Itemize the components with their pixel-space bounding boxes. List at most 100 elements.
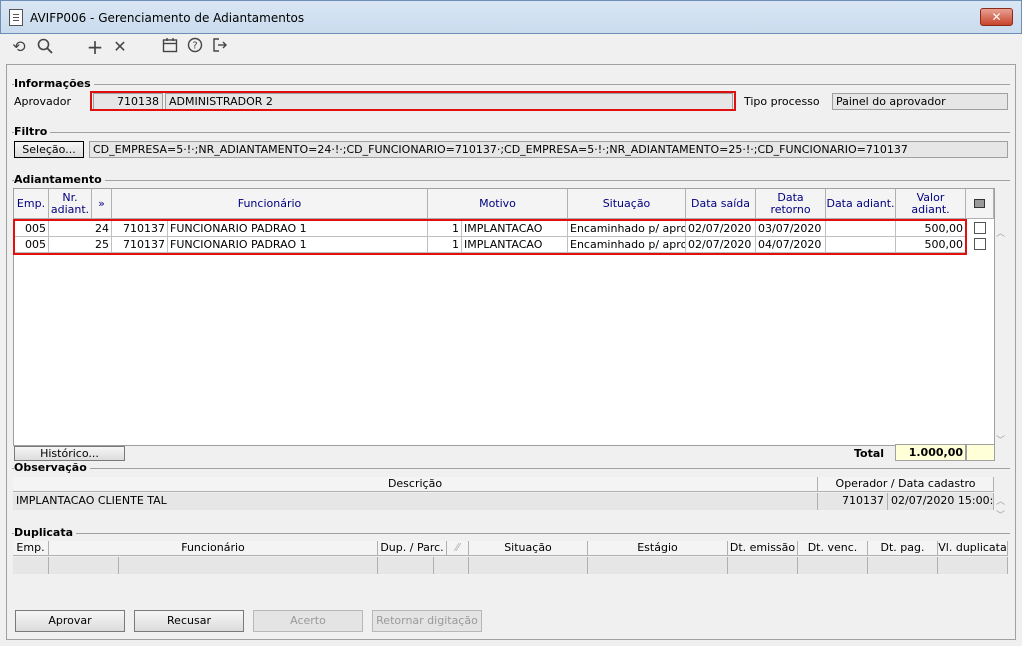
tipo-processo-label: Tipo processo	[744, 95, 820, 108]
dup-cell[interactable]	[49, 557, 119, 574]
dup-col-vl-duplicata[interactable]: Vl. duplicata	[938, 541, 1008, 556]
informacoes-title: Informações	[14, 77, 94, 90]
cell-data-retorno[interactable]: 04/07/2020	[756, 237, 826, 253]
dup-cell[interactable]	[378, 557, 434, 574]
cell-motivo[interactable]: IMPLANTACAO	[462, 221, 568, 237]
aprovador-code-field[interactable]: 710138	[93, 93, 163, 110]
dup-col-situacao[interactable]: Situação	[469, 541, 588, 556]
col-motivo[interactable]: Motivo	[428, 189, 568, 219]
cell-situacao[interactable]: Encaminhado p/ aprova	[568, 237, 686, 253]
total-value: 1.000,00	[895, 444, 966, 461]
adiantamento-divider	[12, 180, 1010, 181]
col-emp[interactable]: Emp.	[14, 189, 49, 219]
dup-cell[interactable]	[938, 557, 1008, 574]
dup-col-dup-parc[interactable]: Dup. / Parc.	[378, 541, 447, 556]
total-label: Total	[854, 447, 885, 460]
cell-data-saida[interactable]: 02/07/2020	[686, 221, 756, 237]
observacao-title: Observação	[14, 461, 90, 474]
aprovar-button[interactable]: Aprovar	[15, 610, 125, 632]
recusar-button[interactable]: Recusar	[134, 610, 244, 632]
dup-cell[interactable]	[13, 557, 49, 574]
table-vertical-scrollbar[interactable]: ︿ ﹀	[993, 226, 1008, 446]
close-button[interactable]: ✕	[980, 8, 1013, 26]
x-icon[interactable]: ✕	[110, 37, 130, 57]
cell-motivo[interactable]: IMPLANTACAO	[462, 237, 568, 253]
col-nr-adiant[interactable]: Nr. adiant.	[49, 189, 92, 219]
dup-col-flag-icon[interactable]: ⁄⁄	[447, 541, 469, 556]
adiantamento-table[interactable]: Emp. Nr. adiant. » Funcionário Motivo Si…	[13, 188, 995, 446]
tipo-processo-field[interactable]: Painel do aprovador	[832, 93, 1008, 110]
selecao-button[interactable]: Seleção...	[14, 141, 84, 158]
select-all-checkbox[interactable]	[974, 199, 985, 208]
informacoes-divider	[12, 84, 1010, 85]
filter-expression-field[interactable]: CD_EMPRESA=5·!·;NR_ADIANTAMENTO=24·!·;CD…	[89, 141, 1008, 158]
cell-data-saida[interactable]: 02/07/2020	[686, 237, 756, 253]
row-checkbox[interactable]	[974, 222, 986, 234]
cell-func-name[interactable]: FUNCIONARIO PADRAO 1	[167, 221, 428, 237]
cell-data-adiant[interactable]	[826, 237, 896, 253]
acerto-button[interactable]: Acerto	[253, 610, 363, 632]
plus-icon[interactable]: +	[85, 37, 105, 57]
col-operador[interactable]: Operador / Data cadastro	[818, 477, 994, 492]
obs-scrollbar[interactable]: ︿ ﹀	[996, 494, 1008, 522]
dup-cell[interactable]	[868, 557, 938, 574]
cell-nr[interactable]: 24	[49, 221, 112, 237]
col-funcionario[interactable]: Funcionário	[112, 189, 428, 219]
cell-emp[interactable]: 005	[14, 237, 49, 253]
cell-valor[interactable]: 500,00	[896, 237, 966, 253]
adiantamento-title: Adiantamento	[14, 173, 105, 186]
retornar-digitacao-button[interactable]: Retornar digitação	[372, 610, 482, 632]
dup-col-emp[interactable]: Emp.	[13, 541, 49, 556]
cell-situacao[interactable]: Encaminhado p/ aprova	[568, 221, 686, 237]
dup-col-estagio[interactable]: Estágio	[588, 541, 728, 556]
dup-col-dt-emissao[interactable]: Dt. emissão	[728, 541, 798, 556]
col-valor-adiant[interactable]: Valor adiant.	[896, 189, 966, 219]
total-spacer	[966, 444, 995, 461]
svg-text:?: ?	[192, 41, 197, 52]
cell-data-adiant[interactable]	[826, 221, 896, 237]
col-data-saida[interactable]: Data saída	[686, 189, 756, 219]
cell-nr[interactable]: 25	[49, 237, 112, 253]
cell-valor[interactable]: 500,00	[896, 221, 966, 237]
window-title: AVIFP006 - Gerenciamento de Adiantamento…	[30, 11, 305, 25]
col-data-retorno[interactable]: Data retorno	[756, 189, 826, 219]
calendar-icon[interactable]	[160, 37, 180, 57]
scroll-up-arrow-icon[interactable]: ︿	[996, 494, 1005, 507]
scroll-up-arrow-icon[interactable]: ︿	[996, 226, 1005, 239]
aprovador-name-field[interactable]: ADMINISTRADOR 2	[165, 93, 733, 110]
col-expand[interactable]: »	[92, 189, 112, 219]
cell-data-retorno[interactable]: 03/07/2020	[756, 221, 826, 237]
cell-emp[interactable]: 005	[14, 221, 49, 237]
col-data-adiant[interactable]: Data adiant.	[826, 189, 896, 219]
dup-cell[interactable]	[588, 557, 728, 574]
dup-col-dt-pag[interactable]: Dt. pag.	[868, 541, 938, 556]
cell-motivo-code[interactable]: 1	[428, 237, 462, 253]
obs-descricao-cell[interactable]: IMPLANTACAO CLIENTE TAL	[13, 493, 818, 510]
dup-cell[interactable]	[728, 557, 798, 574]
observacao-divider	[12, 468, 1010, 469]
dup-cell[interactable]	[798, 557, 868, 574]
obs-data-cadastro-cell[interactable]: 02/07/2020 15:00:52	[888, 493, 994, 510]
dup-cell[interactable]	[434, 557, 469, 574]
scroll-down-arrow-icon[interactable]: ﹀	[996, 433, 1005, 446]
help-icon[interactable]: ?	[185, 37, 205, 57]
search-icon[interactable]	[35, 37, 55, 57]
dup-col-dt-venc[interactable]: Dt. venc.	[798, 541, 868, 556]
row-checkbox[interactable]	[974, 238, 986, 250]
cell-func-code[interactable]: 710137	[112, 237, 167, 253]
cell-func-name[interactable]: FUNCIONARIO PADRAO 1	[167, 237, 428, 253]
obs-operador-code-cell[interactable]: 710137	[818, 493, 888, 510]
dup-cell[interactable]	[469, 557, 588, 574]
historico-button[interactable]: Histórico...	[14, 446, 125, 461]
exit-icon[interactable]	[210, 37, 230, 57]
col-situacao[interactable]: Situação	[568, 189, 686, 219]
cell-motivo-code[interactable]: 1	[428, 221, 462, 237]
aprovador-label: Aprovador	[14, 95, 72, 108]
cell-func-code[interactable]: 710137	[112, 221, 167, 237]
dup-col-funcionario[interactable]: Funcionário	[49, 541, 378, 556]
col-descricao[interactable]: Descrição	[13, 477, 818, 492]
refresh-icon[interactable]: ⟲	[9, 37, 29, 57]
dup-cell[interactable]	[119, 557, 378, 574]
col-select-all[interactable]	[966, 189, 994, 219]
scroll-down-arrow-icon[interactable]: ﹀	[996, 508, 1005, 521]
